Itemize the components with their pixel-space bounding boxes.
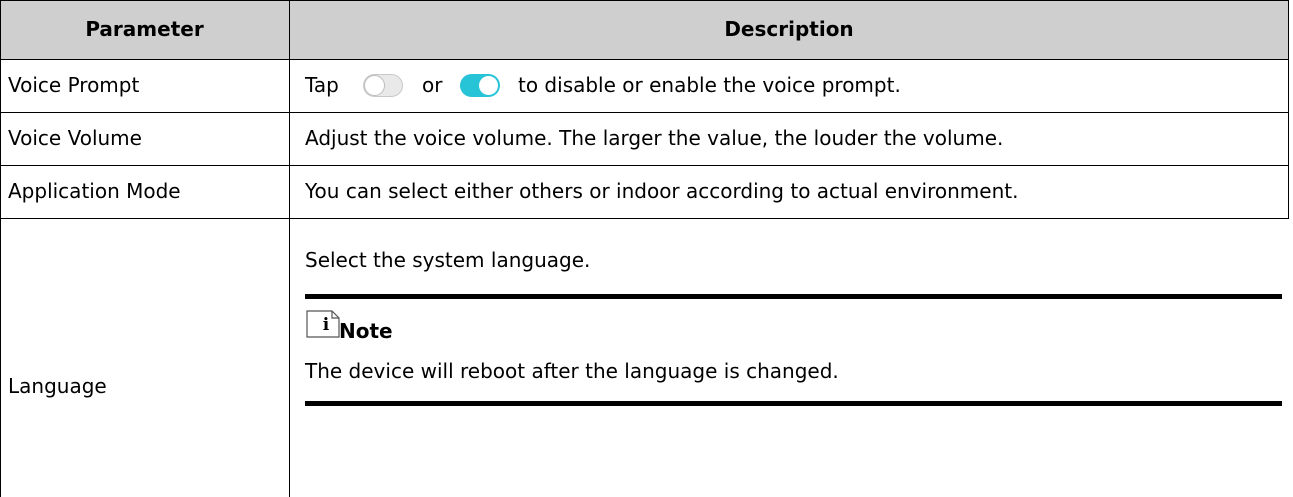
table-cell-parameter: Application Mode: [8, 179, 181, 203]
table-border-top: [0, 0, 1289, 1]
column-divider: [289, 0, 290, 497]
header-description: Description: [724, 17, 854, 41]
note-text: The device will reboot after the languag…: [305, 359, 839, 383]
row-divider: [0, 218, 1289, 219]
toggle-off-icon: [363, 74, 403, 97]
row-divider: [0, 112, 1289, 113]
header-parameter: Parameter: [85, 17, 204, 41]
table-cell-description-suffix: to disable or enable the voice prompt.: [518, 73, 901, 97]
table-cell-description: Adjust the voice volume. The larger the …: [305, 126, 1004, 150]
table-border-left: [0, 0, 1, 497]
table-cell-description: Select the system language.: [305, 248, 591, 272]
info-note-icon: i: [306, 310, 340, 338]
table-cell-parameter: Voice Prompt: [8, 73, 140, 97]
row-divider: [0, 59, 1289, 60]
table-cell-parameter: Voice Volume: [8, 126, 142, 150]
note-title: Note: [339, 319, 393, 343]
svg-text:i: i: [323, 315, 330, 335]
table-cell-description-prefix: Tap: [305, 73, 339, 97]
note-top-bar: [305, 294, 1282, 299]
note-bottom-bar: [305, 401, 1282, 406]
toggle-on-icon: [460, 74, 500, 97]
row-divider: [0, 165, 1289, 166]
table-border-right: [1288, 0, 1289, 219]
table-cell-description-middle: or: [422, 73, 443, 97]
parameter-table: Parameter Description Voice Prompt Tap o…: [0, 0, 1293, 497]
table-cell-parameter: Language: [8, 374, 107, 398]
table-cell-description: You can select either others or indoor a…: [305, 179, 1019, 203]
